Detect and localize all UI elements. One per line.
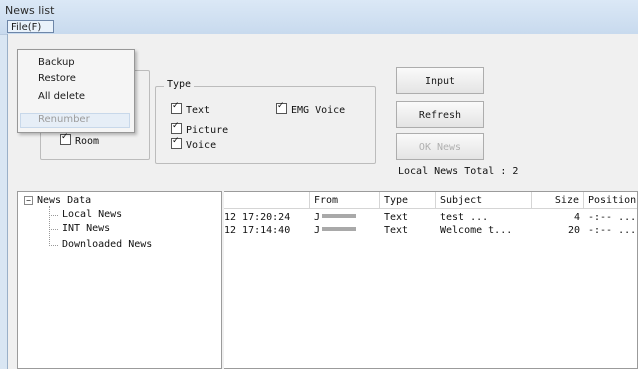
emg-voice-checkbox[interactable]: EMG Voice <box>276 101 345 116</box>
picture-checkbox[interactable]: Picture <box>171 121 228 136</box>
type-legend: Type <box>164 79 195 90</box>
row-type: Text <box>384 212 409 223</box>
text-checkbox[interactable]: Text <box>171 101 210 116</box>
room-check-icon <box>60 132 71 145</box>
refresh-button[interactable]: Refresh <box>396 101 484 128</box>
column-header-size[interactable]: Size <box>532 192 584 209</box>
voice-checkbox[interactable]: Voice <box>171 136 216 151</box>
row-date: 12 17:20:24 <box>224 212 291 223</box>
news-list: From Type Subject Size Position 12 17:20… <box>224 191 638 369</box>
menu-item-renumber[interactable]: Renumber <box>38 114 90 125</box>
column-header-subject[interactable]: Subject <box>436 192 532 209</box>
tree-connector <box>49 229 58 230</box>
collapse-icon[interactable]: − <box>24 196 33 205</box>
row-size: 20 <box>567 225 580 236</box>
tree-connector <box>49 245 58 246</box>
title-bar: News list File(F) <box>0 0 638 35</box>
tree-connector <box>49 215 58 216</box>
redacted-mark <box>322 214 357 218</box>
local-news-total: Local News Total : 2 <box>398 166 519 177</box>
column-header-from[interactable]: From <box>310 192 380 209</box>
row-from: J <box>314 212 357 223</box>
file-menu-dropdown: Backup Restore All delete Renumber <box>17 49 135 133</box>
row-from: J <box>314 225 357 236</box>
emg-check-icon <box>276 101 287 114</box>
tree-connector <box>49 206 50 246</box>
row-position: -:-- ... <box>588 212 637 223</box>
column-header-date[interactable] <box>224 192 310 209</box>
column-header-position[interactable]: Position <box>584 192 637 209</box>
tree-root-news-data[interactable]: − News Data <box>24 195 91 206</box>
input-button[interactable]: Input <box>396 67 484 94</box>
row-type: Text <box>384 225 409 236</box>
voice-check-icon <box>171 136 182 149</box>
tree-item-local-news[interactable]: Local News <box>62 209 122 220</box>
news-tree: − News Data Local News INT News Downloade… <box>17 191 222 369</box>
menu-item-backup[interactable]: Backup <box>38 57 75 68</box>
menu-item-restore[interactable]: Restore <box>38 73 76 84</box>
redacted-mark <box>322 227 357 231</box>
picture-check-icon <box>171 121 182 134</box>
menu-item-all-delete[interactable]: All delete <box>38 91 85 102</box>
file-menu-button[interactable]: File(F) <box>7 20 54 33</box>
window-title: News list <box>5 4 55 17</box>
row-date: 12 17:14:40 <box>224 225 291 236</box>
column-header-type[interactable]: Type <box>380 192 436 209</box>
ok-news-button[interactable]: OK News <box>396 133 484 160</box>
row-subject: test ... <box>440 212 489 223</box>
text-check-icon <box>171 101 182 114</box>
row-subject: Welcome t... <box>440 225 513 236</box>
room-checkbox[interactable]: Room <box>60 132 99 147</box>
tree-item-int-news[interactable]: INT News <box>62 223 110 234</box>
tree-item-downloaded-news[interactable]: Downloaded News <box>62 239 152 250</box>
row-position: -:-- ... <box>588 225 637 236</box>
row-size: 4 <box>573 212 580 223</box>
